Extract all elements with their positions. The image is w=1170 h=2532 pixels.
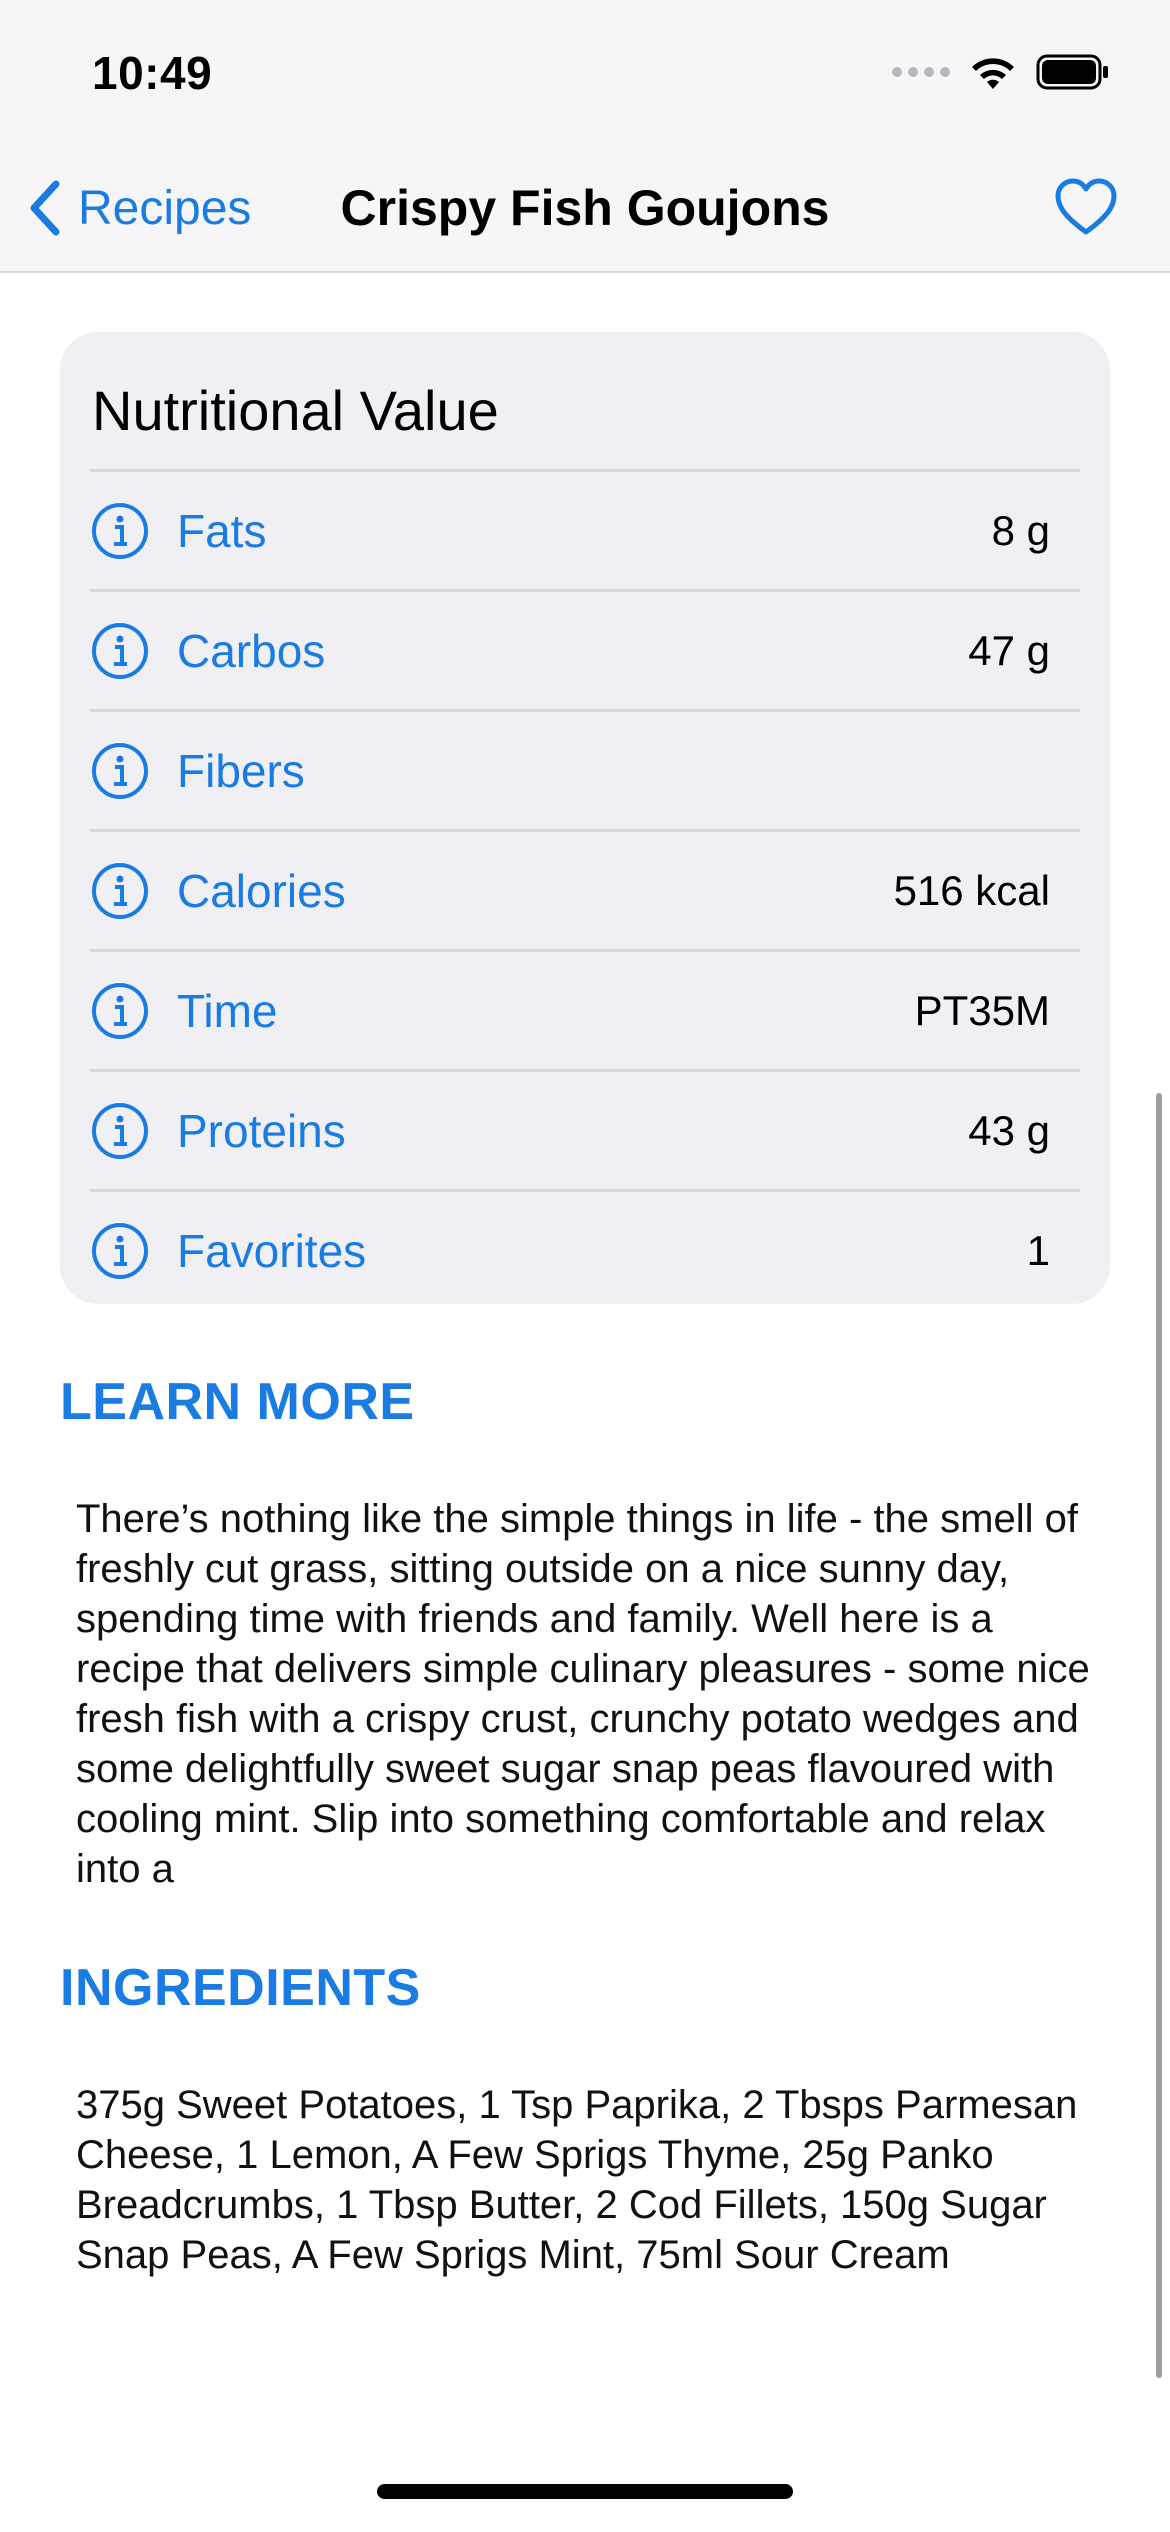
- nutrition-row-proteins[interactable]: Proteins 43 g: [90, 1069, 1080, 1189]
- battery-icon: [1036, 54, 1110, 90]
- cellular-signal-icon: [892, 67, 950, 77]
- nutrition-card: Nutritional Value Fats 8 g Carbos 47 g F…: [60, 332, 1110, 1304]
- info-icon: [92, 742, 148, 799]
- learn-more-text: There’s nothing like the simple things i…: [76, 1497, 1090, 1890]
- nutrition-label: Time: [177, 984, 278, 1037]
- recipe-detail-screen: 10:49 Recipes Crispy Fish Goujons Nutrit…: [0, 0, 1170, 2532]
- nutrition-value: 8 g: [991, 506, 1050, 554]
- nutrition-title: Nutritional Value: [92, 379, 499, 442]
- nutrition-row-favorites[interactable]: Favorites 1: [90, 1189, 1080, 1309]
- ingredients-header: INGREDIENTS: [60, 1959, 421, 2017]
- nutrition-value: 47 g: [968, 626, 1050, 674]
- favorite-button[interactable]: [1054, 176, 1118, 240]
- info-icon: [92, 1222, 148, 1279]
- nutrition-row-time[interactable]: Time PT35M: [90, 949, 1080, 1069]
- nutrition-value: 43 g: [968, 1106, 1050, 1154]
- nutrition-value: 1: [1026, 1226, 1050, 1274]
- ingredients-text: 375g Sweet Potatoes, 1 Tsp Paprika, 2 Tb…: [76, 2083, 1078, 2277]
- nutrition-row-fibers[interactable]: Fibers: [90, 709, 1080, 829]
- nutrition-row-calories[interactable]: Calories 516 kcal: [90, 829, 1080, 949]
- nutrition-label: Carbos: [177, 624, 326, 677]
- nutrition-label: Calories: [177, 864, 346, 917]
- navigation-header: 10:49 Recipes Crispy Fish Goujons: [0, 0, 1170, 273]
- nutrition-label: Proteins: [177, 1104, 346, 1157]
- nutrition-row-fats[interactable]: Fats 8 g: [90, 469, 1080, 589]
- nutrition-label: Fats: [177, 504, 267, 557]
- info-icon: [92, 1102, 148, 1159]
- wifi-icon: [968, 53, 1018, 91]
- nutrition-label: Favorites: [177, 1224, 367, 1277]
- info-icon: [92, 622, 148, 679]
- nutrition-list: Fats 8 g Carbos 47 g Fibers Calories 516…: [90, 469, 1080, 1309]
- info-icon: [92, 862, 148, 919]
- nutrition-value: PT35M: [914, 986, 1050, 1034]
- status-time: 10:49: [92, 47, 213, 99]
- heart-outline-icon: [1055, 178, 1117, 235]
- info-icon: [92, 982, 148, 1039]
- learn-more-header: LEARN MORE: [60, 1373, 415, 1431]
- nutrition-row-carbos[interactable]: Carbos 47 g: [90, 589, 1080, 709]
- status-icons: [892, 52, 1110, 92]
- nutrition-value: 516 kcal: [893, 866, 1050, 914]
- info-icon: [92, 502, 148, 559]
- home-indicator[interactable]: [377, 2484, 793, 2499]
- scroll-indicator[interactable]: [1156, 1093, 1162, 2378]
- nutrition-label: Fibers: [177, 744, 305, 797]
- page-title: Crispy Fish Goujons: [340, 180, 830, 236]
